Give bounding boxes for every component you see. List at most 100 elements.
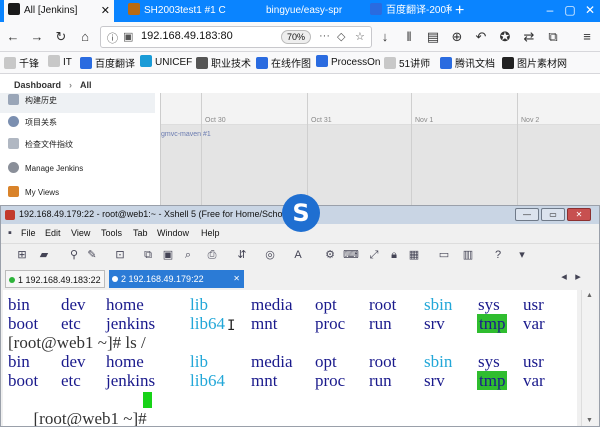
- maximize-icon[interactable]: ▢: [560, 0, 580, 22]
- menu-help[interactable]: Help: [201, 228, 220, 238]
- jenkins-favicon-icon: [8, 3, 20, 15]
- open-folder-icon[interactable]: ▰: [37, 248, 51, 262]
- bookmark-tencent-docs[interactable]: 腾讯文档: [440, 55, 495, 70]
- bookmark-star-icon[interactable]: ☆: [355, 30, 365, 43]
- reload-icon[interactable]: ↻: [52, 28, 70, 46]
- dir-entry: boot: [8, 314, 39, 333]
- session-tab-2[interactable]: 2 192.168.49.179:22 ✕: [109, 270, 244, 288]
- jenkins-page: Dashboard › All 构建历史 项目关系 检查文件指纹 Manage Je…: [0, 75, 600, 205]
- transfer-icon[interactable]: ⇵: [235, 248, 249, 262]
- browser-tab-sh2003[interactable]: SH2003test1 #1 C: [118, 0, 236, 22]
- menu-window[interactable]: Window: [157, 228, 189, 238]
- baidu-icon: [80, 57, 92, 69]
- terminal-scrollbar[interactable]: ▲ ▼: [581, 290, 597, 426]
- session-icon[interactable]: ▪: [3, 226, 17, 240]
- menu-view[interactable]: View: [71, 228, 90, 238]
- copy-icon[interactable]: ⧉: [141, 248, 155, 262]
- back-icon[interactable]: ←: [4, 28, 22, 46]
- sidebar-item-build-history[interactable]: 构建历史: [8, 91, 57, 111]
- new-tab-button[interactable]: +: [455, 0, 464, 22]
- xshell-maximize-button[interactable]: ▭: [541, 208, 565, 221]
- url-bar[interactable]: ⓘ ▣ 192.168.49.183:80 70% ··· ◇ ☆: [100, 26, 372, 48]
- puzzle-icon[interactable]: ⧉: [544, 28, 562, 46]
- browser-tab-baidu[interactable]: 百度翻译-200种语: [362, 0, 452, 22]
- info-icon[interactable]: ⓘ: [107, 30, 118, 46]
- zoom-level[interactable]: 70%: [281, 30, 311, 44]
- bookmark-image-site[interactable]: 图片素材网: [502, 55, 567, 70]
- more-icon[interactable]: ···: [319, 30, 330, 42]
- paste-icon[interactable]: ▣: [161, 248, 175, 262]
- menu-file[interactable]: File: [21, 228, 36, 238]
- terminal-prompt: [root@web1 ~]#: [33, 409, 151, 426]
- screen-icon[interactable]: ▭: [437, 248, 451, 262]
- timeline-build-label[interactable]: gmvc-maven #1: [161, 131, 211, 138]
- translate-icon[interactable]: ⇄: [520, 28, 538, 46]
- menu-edit[interactable]: Edit: [45, 228, 61, 238]
- sidebar-icon[interactable]: ▤: [424, 28, 442, 46]
- scroll-down-icon[interactable]: ▼: [586, 417, 593, 424]
- terminal-output[interactable]: bin dev home lib media opt root sbin sys…: [3, 290, 577, 426]
- fullscreen-icon[interactable]: ⤢: [367, 248, 381, 262]
- home-icon[interactable]: ⌂: [76, 28, 94, 46]
- bookmark-baidu[interactable]: 百度翻译: [80, 55, 135, 70]
- timeline-date-label: Nov 1: [415, 117, 434, 124]
- session-tab-1[interactable]: 1 192.168.49.183:22: [5, 270, 105, 288]
- font-icon[interactable]: A: [291, 248, 305, 262]
- script-icon[interactable]: ⚙: [323, 248, 337, 262]
- build-timeline[interactable]: Oct 30 Oct 31 Nov 1 Nov 2 gmvc-maven #1: [160, 93, 600, 205]
- globe-icon[interactable]: ◎: [263, 248, 277, 262]
- xshell-minimize-button[interactable]: —: [515, 208, 539, 221]
- tab-next-icon[interactable]: ▸: [571, 270, 585, 284]
- browser-tab-jenkins[interactable]: All [Jenkins] ✕: [4, 0, 114, 22]
- bookmark-vocational[interactable]: 职业技术: [196, 55, 251, 70]
- lock-icon[interactable]: 🔒︎: [387, 248, 401, 262]
- menu-tools[interactable]: Tools: [101, 228, 122, 238]
- breadcrumb-all[interactable]: All: [80, 80, 92, 90]
- breadcrumb-dashboard[interactable]: Dashboard: [14, 80, 61, 90]
- bookmark-online-draw[interactable]: 在线作图: [256, 55, 311, 70]
- xshell-title: 192.168.49.179:22 - root@web1:~ - Xshell…: [19, 209, 293, 219]
- options-icon[interactable]: ▾: [515, 248, 529, 262]
- link-icon[interactable]: ⚲: [67, 248, 81, 262]
- bookmark-unicef[interactable]: UNICEF: [140, 55, 192, 68]
- url-text[interactable]: 192.168.49.183:80: [141, 30, 233, 42]
- pocket-icon[interactable]: ◇: [337, 30, 345, 43]
- menu-icon[interactable]: ≡: [578, 28, 596, 46]
- forward-icon[interactable]: →: [28, 28, 46, 46]
- menu-tab[interactable]: Tab: [133, 228, 148, 238]
- bookmark-it[interactable]: IT: [48, 55, 72, 68]
- sync-icon[interactable]: ⊕: [448, 28, 466, 46]
- properties-icon[interactable]: ⊡: [113, 248, 127, 262]
- sidebar-item-my-views[interactable]: My Views: [8, 183, 59, 203]
- close-icon[interactable]: ✕: [580, 0, 600, 22]
- sidebar-item-fingerprint[interactable]: 检查文件指纹: [8, 135, 73, 155]
- extension-icon[interactable]: ✪: [496, 28, 514, 46]
- pencil-icon[interactable]: ✎: [85, 248, 99, 262]
- minimize-icon[interactable]: –: [540, 0, 560, 22]
- tab-prev-icon[interactable]: ◂: [557, 270, 571, 284]
- find-icon[interactable]: ⌕: [181, 248, 195, 262]
- scroll-up-icon[interactable]: ▲: [586, 292, 593, 299]
- bookmark-51[interactable]: 51讲师: [384, 55, 430, 70]
- compose-icon[interactable]: ▦: [407, 248, 421, 262]
- dir-entry-highlighted: tmp: [477, 314, 508, 333]
- browser-tab-bar: All [Jenkins] ✕ SH2003test1 #1 C bingyue…: [0, 0, 600, 22]
- new-session-icon[interactable]: ⊞: [15, 248, 29, 262]
- bookmark-processon[interactable]: ProcessOn: [316, 55, 380, 68]
- tencent-docs-icon: [440, 57, 452, 69]
- help-icon[interactable]: ?: [491, 248, 505, 262]
- sidebar-item-project-relation[interactable]: 项目关系: [8, 113, 57, 133]
- layout-icon[interactable]: ▥: [461, 248, 475, 262]
- bookmark-qianfeng[interactable]: 千锋: [4, 55, 39, 70]
- close-tab-icon[interactable]: ✕: [233, 270, 240, 288]
- timeline-date-label: Oct 31: [311, 117, 332, 124]
- print-icon[interactable]: ⎙: [205, 248, 219, 262]
- browser-tab-bingyue[interactable]: bingyue/easy-spr: [240, 0, 358, 22]
- download-icon[interactable]: ↓: [376, 28, 394, 46]
- sidebar-item-manage-jenkins[interactable]: Manage Jenkins: [8, 159, 83, 179]
- keyboard-icon[interactable]: ⌨: [343, 248, 359, 262]
- close-tab-icon[interactable]: ✕: [101, 0, 110, 22]
- undo-icon[interactable]: ↶: [472, 28, 490, 46]
- xshell-close-button[interactable]: ✕: [567, 208, 591, 221]
- library-icon[interactable]: ‖: [400, 28, 418, 46]
